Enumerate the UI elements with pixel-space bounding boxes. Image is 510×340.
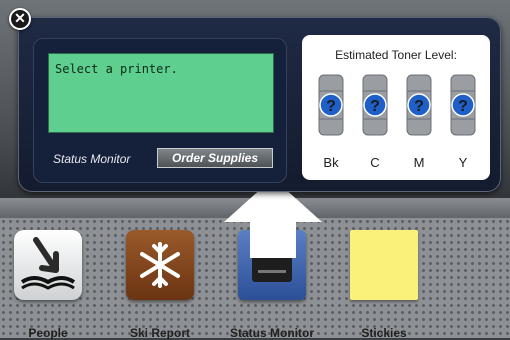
svg-text:?: ? (370, 98, 380, 115)
cartridge-label-c: C (370, 155, 380, 170)
people-icon (14, 230, 82, 300)
svg-text:?: ? (414, 98, 424, 115)
toner-title: Estimated Toner Level: (335, 48, 457, 62)
sticky-note-icon (350, 230, 418, 300)
dock-item-people[interactable]: People (8, 230, 88, 340)
toner-level-card: Estimated Toner Level: ? ? ? ? Bk C M Y (302, 35, 490, 180)
order-supplies-button[interactable]: Order Supplies (157, 148, 273, 168)
lcd-frame: Select a printer. Status Monitor Order S… (33, 38, 287, 183)
toner-cartridge-m: ? (406, 74, 432, 136)
cartridge-label-bk: Bk (323, 155, 339, 170)
cartridge-label-y: Y (458, 155, 468, 170)
close-icon[interactable]: ✕ (9, 8, 31, 30)
toner-cartridge-c: ? (362, 74, 388, 136)
widget-title: Status Monitor (53, 152, 131, 166)
svg-text:?: ? (458, 98, 468, 115)
cartridge-label-m: M (413, 155, 425, 170)
dock-item-ski-report[interactable]: Ski Report (120, 230, 200, 340)
snowflake-icon (126, 230, 194, 300)
dock-item-stickies[interactable]: Stickies (344, 230, 424, 340)
status-display: Select a printer. (48, 53, 274, 133)
toner-cartridge-y: ? (450, 74, 476, 136)
svg-text:?: ? (326, 98, 336, 115)
toner-cartridge-bk: ? (318, 74, 344, 136)
status-monitor-widget: Select a printer. Status Monitor Order S… (18, 17, 501, 192)
